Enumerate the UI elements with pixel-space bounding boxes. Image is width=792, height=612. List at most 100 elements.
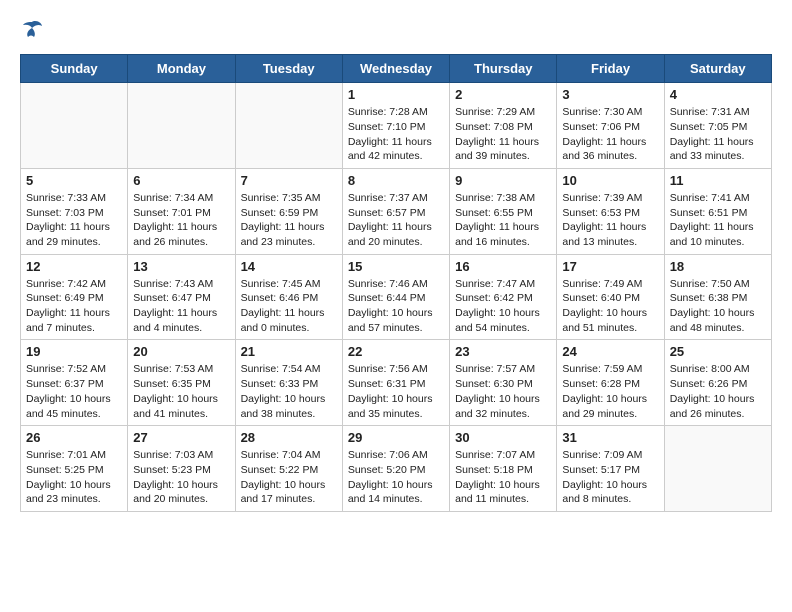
day-number: 14 [241, 259, 337, 274]
calendar-cell [128, 83, 235, 169]
logo-bird-icon [21, 20, 43, 38]
day-info: Sunrise: 7:03 AMSunset: 5:23 PMDaylight:… [133, 448, 229, 507]
calendar-cell: 29Sunrise: 7:06 AMSunset: 5:20 PMDayligh… [342, 426, 449, 512]
day-number: 25 [670, 344, 766, 359]
day-number: 29 [348, 430, 444, 445]
day-number: 18 [670, 259, 766, 274]
day-info: Sunrise: 7:01 AMSunset: 5:25 PMDaylight:… [26, 448, 122, 507]
calendar-cell: 21 Sunrise: 7:54 AMSunset: 6:33 PMDayligh… [235, 340, 342, 426]
day-info: Sunrise: 7:35 AMSunset: 6:59 PMDaylight:… [241, 191, 337, 250]
calendar-cell [664, 426, 771, 512]
calendar-cell: 3Sunrise: 7:30 AMSunset: 7:06 PMDaylight… [557, 83, 664, 169]
day-number: 28 [241, 430, 337, 445]
day-info: Sunrise: 7:53 AMSunset: 6:35 PMDaylight:… [133, 362, 229, 421]
calendar-cell: 14 Sunrise: 7:45 AMSunset: 6:46 PMDayligh… [235, 254, 342, 340]
calendar-cell: 16 Sunrise: 7:47 AMSunset: 6:42 PMDayligh… [450, 254, 557, 340]
logo [20, 20, 43, 38]
day-info: Sunrise: 7:39 AMSunset: 6:53 PMDaylight:… [562, 191, 658, 250]
day-info: Sunrise: 7:42 AMSunset: 6:49 PMDaylight:… [26, 277, 122, 336]
weekday-header-monday: Monday [128, 55, 235, 83]
weekday-header-tuesday: Tuesday [235, 55, 342, 83]
day-number: 22 [348, 344, 444, 359]
day-number: 16 [455, 259, 551, 274]
day-info: Sunrise: 7:50 AMSunset: 6:38 PMDaylight:… [670, 277, 766, 336]
calendar-cell: 2 Sunrise: 7:29 AMSunset: 7:08 PMDaylight… [450, 83, 557, 169]
calendar-cell: 1Sunrise: 7:28 AMSunset: 7:10 PMDaylight… [342, 83, 449, 169]
day-info: Sunrise: 7:57 AMSunset: 6:30 PMDaylight:… [455, 362, 551, 421]
calendar-cell: 23 Sunrise: 7:57 AMSunset: 6:30 PMDayligh… [450, 340, 557, 426]
day-info: Sunrise: 7:38 AMSunset: 6:55 PMDaylight:… [455, 191, 551, 250]
calendar-cell: 12Sunrise: 7:42 AMSunset: 6:49 PMDayligh… [21, 254, 128, 340]
calendar-table: SundayMondayTuesdayWednesdayThursdayFrid… [20, 54, 772, 512]
calendar-cell: 19 Sunrise: 7:52 AMSunset: 6:37 PMDayligh… [21, 340, 128, 426]
day-number: 2 [455, 87, 551, 102]
calendar-cell: 17Sunrise: 7:49 AMSunset: 6:40 PMDayligh… [557, 254, 664, 340]
calendar-cell: 25Sunrise: 8:00 AMSunset: 6:26 PMDayligh… [664, 340, 771, 426]
calendar-cell: 7 Sunrise: 7:35 AMSunset: 6:59 PMDaylight… [235, 168, 342, 254]
day-number: 21 [241, 344, 337, 359]
day-number: 10 [562, 173, 658, 188]
day-number: 11 [670, 173, 766, 188]
day-number: 27 [133, 430, 229, 445]
calendar-cell: 22 Sunrise: 7:56 AMSunset: 6:31 PMDayligh… [342, 340, 449, 426]
day-number: 26 [26, 430, 122, 445]
day-number: 19 [26, 344, 122, 359]
calendar-cell: 26 Sunrise: 7:01 AMSunset: 5:25 PMDayligh… [21, 426, 128, 512]
calendar-cell: 24 Sunrise: 7:59 AMSunset: 6:28 PMDayligh… [557, 340, 664, 426]
day-number: 15 [348, 259, 444, 274]
day-info: Sunrise: 7:59 AMSunset: 6:28 PMDaylight:… [562, 362, 658, 421]
weekday-header-saturday: Saturday [664, 55, 771, 83]
day-info: Sunrise: 7:07 AMSunset: 5:18 PMDaylight:… [455, 448, 551, 507]
day-number: 4 [670, 87, 766, 102]
day-info: Sunrise: 7:33 AMSunset: 7:03 PMDaylight:… [26, 191, 122, 250]
day-info: Sunrise: 7:37 AMSunset: 6:57 PMDaylight:… [348, 191, 444, 250]
day-info: Sunrise: 7:41 AMSunset: 6:51 PMDaylight:… [670, 191, 766, 250]
day-info: Sunrise: 7:54 AMSunset: 6:33 PMDaylight:… [241, 362, 337, 421]
weekday-header-thursday: Thursday [450, 55, 557, 83]
day-number: 30 [455, 430, 551, 445]
calendar-cell: 28 Sunrise: 7:04 AMSunset: 5:22 PMDayligh… [235, 426, 342, 512]
day-info: Sunrise: 7:43 AMSunset: 6:47 PMDaylight:… [133, 277, 229, 336]
day-number: 24 [562, 344, 658, 359]
day-info: Sunrise: 7:47 AMSunset: 6:42 PMDaylight:… [455, 277, 551, 336]
weekday-header-wednesday: Wednesday [342, 55, 449, 83]
day-number: 7 [241, 173, 337, 188]
weekday-header-friday: Friday [557, 55, 664, 83]
day-info: Sunrise: 7:04 AMSunset: 5:22 PMDaylight:… [241, 448, 337, 507]
day-number: 6 [133, 173, 229, 188]
day-number: 8 [348, 173, 444, 188]
day-info: Sunrise: 7:56 AMSunset: 6:31 PMDaylight:… [348, 362, 444, 421]
calendar-cell: 10 Sunrise: 7:39 AMSunset: 6:53 PMDayligh… [557, 168, 664, 254]
calendar-cell: 8 Sunrise: 7:37 AMSunset: 6:57 PMDaylight… [342, 168, 449, 254]
day-info: Sunrise: 7:09 AMSunset: 5:17 PMDaylight:… [562, 448, 658, 507]
calendar-cell: 6 Sunrise: 7:34 AMSunset: 7:01 PMDaylight… [128, 168, 235, 254]
day-number: 23 [455, 344, 551, 359]
day-info: Sunrise: 7:46 AMSunset: 6:44 PMDaylight:… [348, 277, 444, 336]
calendar-cell [21, 83, 128, 169]
day-number: 20 [133, 344, 229, 359]
day-info: Sunrise: 7:31 AMSunset: 7:05 PMDaylight:… [670, 105, 766, 164]
calendar-cell: 15 Sunrise: 7:46 AMSunset: 6:44 PMDayligh… [342, 254, 449, 340]
calendar-cell: 20 Sunrise: 7:53 AMSunset: 6:35 PMDayligh… [128, 340, 235, 426]
day-number: 13 [133, 259, 229, 274]
calendar-cell: 30 Sunrise: 7:07 AMSunset: 5:18 PMDayligh… [450, 426, 557, 512]
day-info: Sunrise: 7:28 AMSunset: 7:10 PMDaylight:… [348, 105, 444, 164]
day-info: Sunrise: 7:52 AMSunset: 6:37 PMDaylight:… [26, 362, 122, 421]
weekday-header-sunday: Sunday [21, 55, 128, 83]
calendar-cell [235, 83, 342, 169]
calendar-cell: 5 Sunrise: 7:33 AMSunset: 7:03 PMDaylight… [21, 168, 128, 254]
calendar-cell: 27 Sunrise: 7:03 AMSunset: 5:23 PMDayligh… [128, 426, 235, 512]
day-number: 5 [26, 173, 122, 188]
calendar-cell: 11 Sunrise: 7:41 AMSunset: 6:51 PMDayligh… [664, 168, 771, 254]
day-info: Sunrise: 7:34 AMSunset: 7:01 PMDaylight:… [133, 191, 229, 250]
calendar-cell: 9 Sunrise: 7:38 AMSunset: 6:55 PMDaylight… [450, 168, 557, 254]
day-number: 31 [562, 430, 658, 445]
page-header [20, 20, 772, 38]
calendar-cell: 13 Sunrise: 7:43 AMSunset: 6:47 PMDayligh… [128, 254, 235, 340]
calendar-cell: 18 Sunrise: 7:50 AMSunset: 6:38 PMDayligh… [664, 254, 771, 340]
day-info: Sunrise: 7:49 AMSunset: 6:40 PMDaylight:… [562, 277, 658, 336]
day-number: 3 [562, 87, 658, 102]
day-info: Sunrise: 7:45 AMSunset: 6:46 PMDaylight:… [241, 277, 337, 336]
day-number: 9 [455, 173, 551, 188]
day-info: Sunrise: 7:29 AMSunset: 7:08 PMDaylight:… [455, 105, 551, 164]
